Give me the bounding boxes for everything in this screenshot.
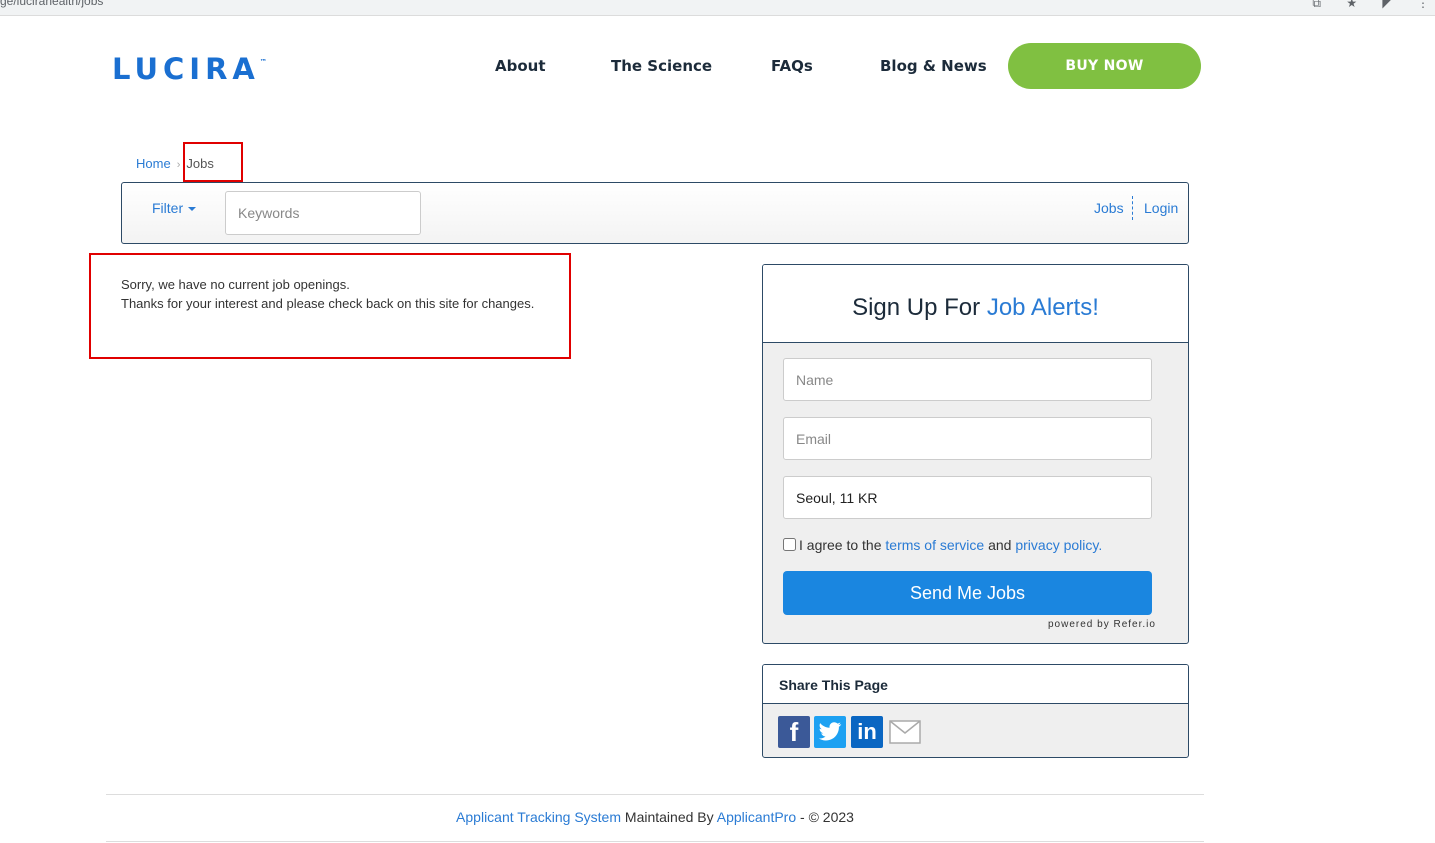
powered-by-label: powered by Refer.io	[1048, 619, 1156, 630]
breadcrumb-home[interactable]: Home	[136, 156, 171, 171]
location-field[interactable]	[783, 476, 1152, 519]
send-me-jobs-button[interactable]: Send Me Jobs	[783, 571, 1152, 615]
footer-divider-top	[106, 794, 1204, 795]
caret-down-icon	[188, 207, 197, 212]
bookmark-star-icon[interactable]: ★	[1346, 0, 1357, 10]
lucira-logo[interactable]: LUCIRA™	[112, 52, 267, 86]
browser-toolbar: ge/lucirahealth/jobs ⧉ ★ ◤ ⋮	[0, 0, 1435, 16]
name-field[interactable]	[783, 358, 1152, 401]
terms-of-service-link[interactable]: terms of service	[885, 537, 984, 553]
share-tab-icon[interactable]: ⧉	[1312, 0, 1321, 10]
applicant-tracking-system-link[interactable]: Applicant Tracking System	[456, 809, 621, 825]
footer-divider-bottom	[106, 841, 1204, 842]
nav-the-science[interactable]: The Science	[611, 57, 712, 75]
annotation-highlight-breadcrumb	[183, 142, 243, 182]
nav-about[interactable]: About	[495, 57, 546, 75]
linkedin-icon[interactable]: in	[851, 716, 883, 748]
jobs-link[interactable]: Jobs	[1094, 200, 1124, 216]
filter-dropdown[interactable]: Filter	[152, 200, 197, 216]
address-bar[interactable]: ge/lucirahealth/jobs	[0, 0, 103, 8]
applicantpro-link[interactable]: ApplicantPro	[717, 809, 796, 825]
twitter-icon[interactable]	[814, 716, 846, 748]
keywords-input[interactable]	[225, 191, 421, 235]
share-title: Share This Page	[763, 665, 1188, 704]
email-icon[interactable]	[889, 716, 921, 748]
login-link[interactable]: Login	[1144, 200, 1178, 216]
email-field[interactable]	[783, 417, 1152, 460]
job-alerts-title: Sign Up For Job Alerts!	[763, 265, 1188, 343]
agree-row: I agree to the terms of service and priv…	[783, 537, 1102, 553]
privacy-policy-link[interactable]: privacy policy.	[1015, 537, 1102, 553]
agree-checkbox[interactable]	[783, 538, 796, 551]
facebook-icon[interactable]: f	[778, 716, 810, 748]
nav-blog-news[interactable]: Blog & News	[880, 57, 987, 75]
buy-now-button[interactable]: BUY NOW	[1008, 43, 1201, 89]
extension-icon[interactable]: ◤	[1382, 0, 1391, 10]
footer: Applicant Tracking System Maintained By …	[456, 809, 854, 825]
breadcrumb-separator: ›	[176, 159, 181, 171]
annotation-highlight-message	[89, 253, 571, 359]
nav-faqs[interactable]: FAQs	[771, 57, 813, 75]
filter-bar: Filter Jobs Login	[121, 182, 1189, 244]
menu-icon[interactable]: ⋮	[1417, 0, 1429, 10]
link-divider	[1132, 196, 1133, 220]
job-alerts-panel: Sign Up For Job Alerts! I agree to the t…	[762, 264, 1189, 644]
share-panel: Share This Page f in	[762, 664, 1189, 758]
